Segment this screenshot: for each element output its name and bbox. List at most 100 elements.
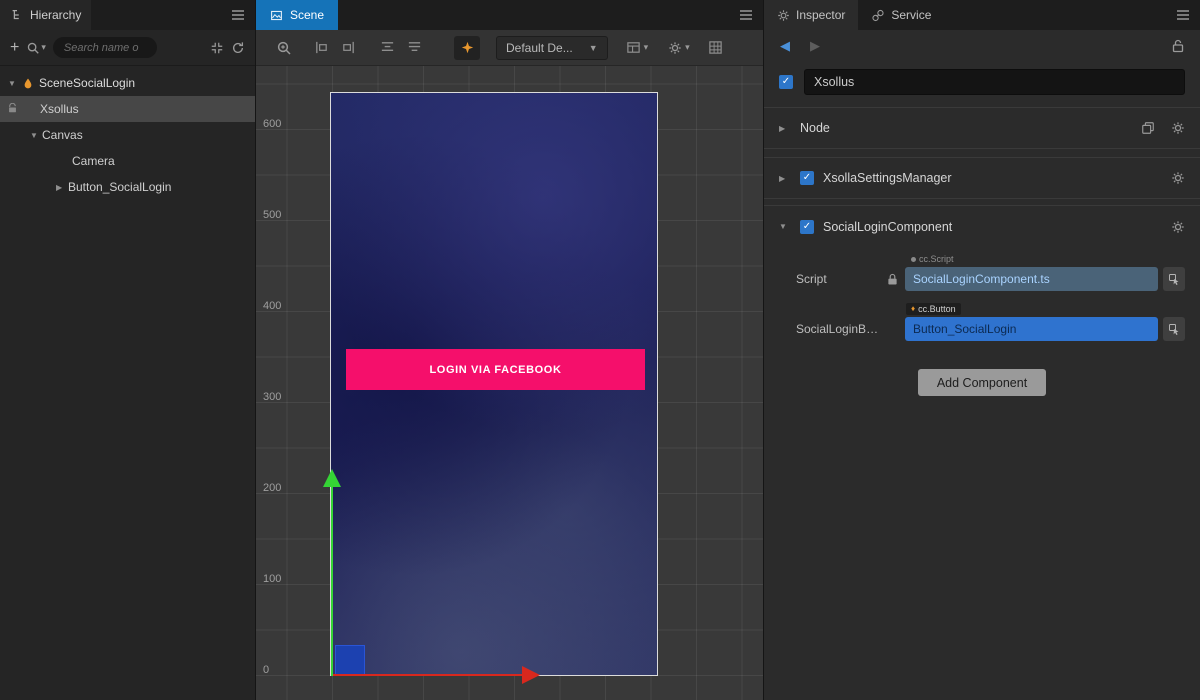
node-name-input[interactable] bbox=[804, 69, 1185, 95]
axis-y-arrowhead-icon[interactable] bbox=[323, 469, 341, 487]
component-gear-icon[interactable] bbox=[1171, 171, 1185, 185]
social-login-button-property-row: SocialLoginButt... ♦ cc.Button Button_So… bbox=[779, 317, 1185, 341]
axis-x-arrowhead-icon[interactable] bbox=[522, 666, 540, 684]
tree-item-button-sociallogin[interactable]: ▶ Button_SocialLogin bbox=[0, 174, 255, 200]
copy-node-icon[interactable] bbox=[1141, 121, 1155, 135]
ruler-label: 100 bbox=[263, 573, 281, 585]
collapsed-arrow-icon[interactable]: ▶ bbox=[779, 124, 791, 133]
component-enabled-checkbox[interactable]: ✓ bbox=[800, 171, 814, 185]
tab-scene[interactable]: Scene bbox=[256, 0, 338, 30]
add-component-row: Add Component bbox=[779, 369, 1185, 396]
section-xsolla-settings-manager[interactable]: ▶ ✓ XsollaSettingsManager bbox=[764, 157, 1200, 199]
button-reference-field[interactable]: Button_SocialLogin bbox=[905, 317, 1158, 341]
hierarchy-menu-icon[interactable] bbox=[221, 9, 255, 21]
gizmo-toggle-button[interactable] bbox=[454, 36, 480, 60]
history-forward-icon[interactable]: ▶ bbox=[810, 38, 820, 54]
prefab-sync-icon[interactable] bbox=[7, 103, 18, 114]
scene-tab-icon bbox=[270, 9, 283, 22]
create-node-icon[interactable]: + bbox=[10, 40, 19, 56]
preview-device-dropdown[interactable]: Default De... ▼ bbox=[496, 36, 608, 60]
scene-droplet-icon bbox=[22, 77, 34, 90]
history-back-icon[interactable]: ◀ bbox=[780, 38, 790, 54]
hierarchy-search-input[interactable] bbox=[62, 41, 148, 55]
collapse-all-icon[interactable] bbox=[210, 41, 224, 55]
button-type-tag: ♦ cc.Button bbox=[906, 303, 961, 315]
tab-inspector[interactable]: Inspector bbox=[764, 0, 858, 30]
axis-x-gizmo[interactable] bbox=[333, 674, 523, 676]
tab-hierarchy[interactable]: Hierarchy bbox=[0, 0, 91, 30]
ruler-label: 300 bbox=[263, 391, 281, 403]
tree-item-label: Canvas bbox=[42, 128, 83, 142]
hierarchy-tab-label: Hierarchy bbox=[30, 8, 81, 22]
align-bottom-icon[interactable] bbox=[407, 40, 422, 55]
view-layout-dropdown[interactable]: ▾ bbox=[626, 40, 649, 55]
button-picker-button[interactable] bbox=[1163, 317, 1185, 341]
align-left-icon[interactable] bbox=[314, 40, 329, 55]
inspector-menu-icon[interactable] bbox=[1166, 9, 1200, 21]
expand-arrow-icon[interactable]: ▼ bbox=[779, 222, 791, 231]
hierarchy-toolbar: + ▾ bbox=[0, 30, 255, 66]
axis-y-gizmo[interactable] bbox=[331, 486, 333, 676]
align-top-icon[interactable] bbox=[380, 40, 395, 55]
inspector-tabbar: Inspector Service bbox=[764, 0, 1200, 30]
script-property-row: Script cc.Script SocialLoginComponent.ts bbox=[779, 267, 1185, 291]
lock-inspector-icon[interactable] bbox=[1172, 39, 1184, 53]
component-enabled-checkbox[interactable]: ✓ bbox=[800, 220, 814, 234]
node-settings-gear-icon[interactable] bbox=[1171, 121, 1185, 135]
search-filter-caret-icon: ▾ bbox=[41, 42, 46, 53]
grid-view-icon[interactable] bbox=[708, 40, 723, 55]
tree-item-canvas[interactable]: ▼ Canvas bbox=[0, 122, 255, 148]
section-node[interactable]: ▶ Node bbox=[764, 107, 1200, 149]
expand-arrow-icon[interactable]: ▼ bbox=[30, 131, 42, 140]
scene-panel: Scene Default De... ▼ bbox=[256, 0, 763, 700]
node-active-checkbox[interactable]: ✓ bbox=[779, 75, 793, 89]
hierarchy-search-box[interactable] bbox=[53, 37, 157, 58]
hierarchy-panel: Hierarchy + ▾ ▼ SceneSocialLogin bbox=[0, 0, 256, 700]
refresh-icon[interactable] bbox=[231, 41, 245, 55]
search-filter-icon[interactable]: ▾ bbox=[26, 41, 46, 55]
zoom-icon[interactable] bbox=[276, 40, 292, 56]
collapsed-arrow-icon[interactable]: ▶ bbox=[56, 183, 68, 192]
collapsed-arrow-icon[interactable]: ▶ bbox=[779, 174, 791, 183]
align-right-icon[interactable] bbox=[341, 40, 356, 55]
component-name-label: SocialLoginComponent bbox=[823, 220, 952, 234]
game-viewport[interactable]: LOGIN VIA FACEBOOK bbox=[330, 92, 658, 676]
chevron-down-icon: ▾ bbox=[685, 42, 690, 53]
hierarchy-tree: ▼ SceneSocialLogin Xsollus ▼ Canvas Came… bbox=[0, 66, 255, 700]
preview-device-value: Default De... bbox=[506, 41, 573, 55]
flame-icon bbox=[461, 41, 474, 54]
expand-arrow-icon[interactable]: ▼ bbox=[8, 79, 20, 88]
tree-item-label: SceneSocialLogin bbox=[39, 76, 135, 90]
inspector-nav-row: ◀ ▶ bbox=[764, 30, 1200, 62]
hierarchy-tabbar: Hierarchy bbox=[0, 0, 255, 30]
login-facebook-button[interactable]: LOGIN VIA FACEBOOK bbox=[346, 349, 645, 390]
ruler-label: 600 bbox=[263, 118, 281, 130]
script-property-label: Script bbox=[779, 272, 879, 286]
origin-node-gizmo[interactable] bbox=[335, 645, 365, 675]
tree-item-camera[interactable]: Camera bbox=[0, 148, 255, 174]
script-type-tag: cc.Script bbox=[906, 253, 959, 265]
script-reference-field[interactable]: SocialLoginComponent.ts bbox=[905, 267, 1158, 291]
inspector-gear-icon bbox=[777, 9, 790, 22]
tree-item-xsollus[interactable]: Xsollus bbox=[0, 96, 255, 122]
ruler-label: 0 bbox=[263, 664, 269, 676]
node-section-label: Node bbox=[800, 121, 830, 135]
scene-toolbar: Default De... ▼ ▾ ▾ bbox=[256, 30, 763, 66]
section-social-login-component[interactable]: ▼ ✓ SocialLoginComponent bbox=[764, 205, 1200, 247]
component-gear-icon[interactable] bbox=[1171, 220, 1185, 234]
scene-canvas[interactable]: 600 500 400 300 200 100 0 LOGIN VIA FACE… bbox=[256, 66, 763, 700]
button-property-label: SocialLoginButt... bbox=[779, 322, 879, 336]
script-picker-button[interactable] bbox=[1163, 267, 1185, 291]
button-type-diamond-icon: ♦ bbox=[911, 305, 915, 313]
tab-service[interactable]: Service bbox=[858, 0, 944, 30]
tree-item-scene[interactable]: ▼ SceneSocialLogin bbox=[0, 70, 255, 96]
scene-settings-dropdown[interactable]: ▾ bbox=[668, 41, 690, 55]
hierarchy-icon bbox=[10, 8, 24, 22]
scene-menu-icon[interactable] bbox=[729, 9, 763, 21]
login-facebook-label: LOGIN VIA FACEBOOK bbox=[429, 364, 561, 376]
link-icon bbox=[871, 9, 885, 22]
add-component-button[interactable]: Add Component bbox=[918, 369, 1046, 396]
scene-tabbar: Scene bbox=[256, 0, 763, 30]
tree-item-label: Xsollus bbox=[40, 102, 79, 116]
scene-tab-label: Scene bbox=[290, 8, 324, 22]
